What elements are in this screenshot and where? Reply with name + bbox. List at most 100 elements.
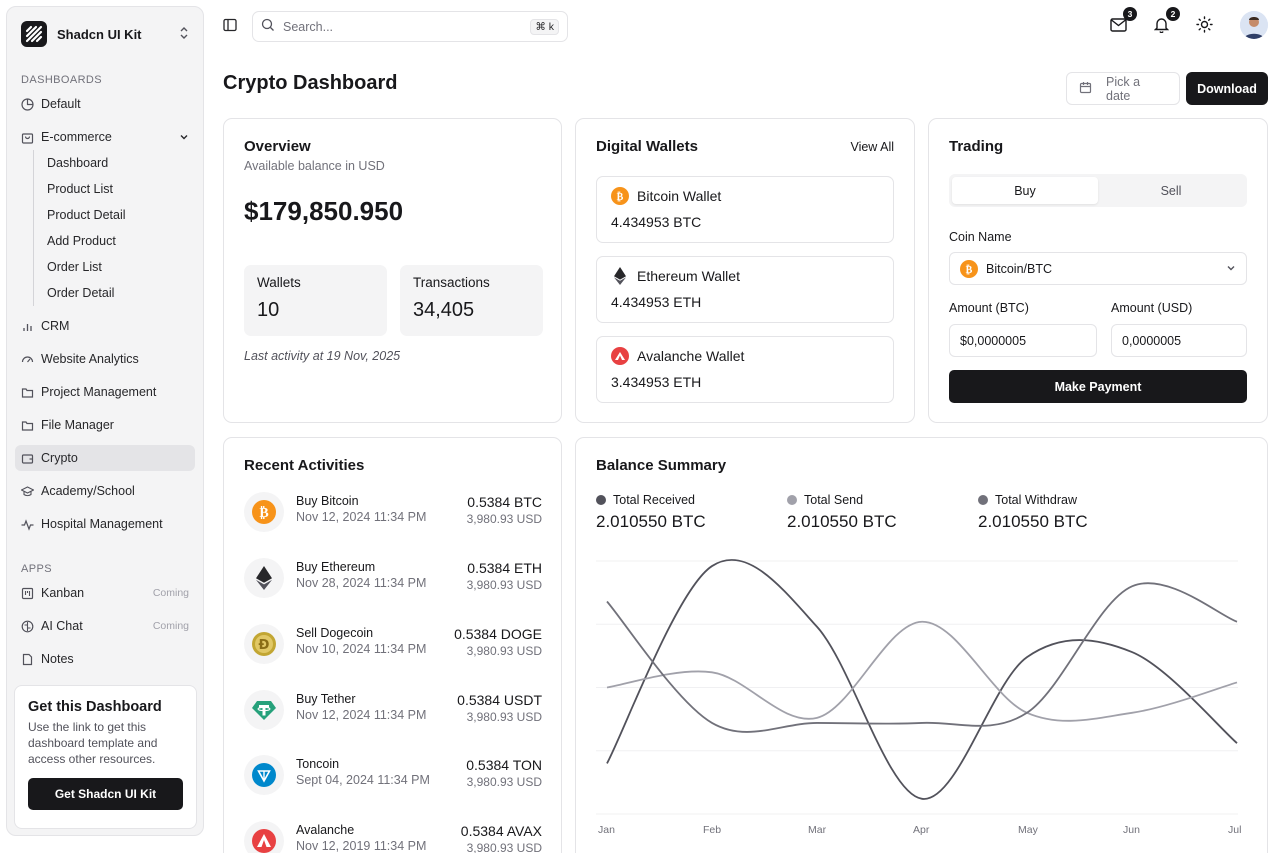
wallet-item-bitcoin[interactable]: ₿ Bitcoin Wallet 4.434953 BTC xyxy=(596,176,894,243)
user-avatar[interactable] xyxy=(1240,11,1268,39)
activities-title: Recent Activities xyxy=(244,457,365,474)
list-item[interactable]: Toncoin Sept 04, 2024 11:34 PM 0.5384 TO… xyxy=(244,755,542,795)
sidebar-item-label: Academy/School xyxy=(41,484,135,498)
sidebar-item-notes[interactable]: Notes xyxy=(15,646,195,672)
shopping-bag-icon xyxy=(21,131,34,144)
theme-toggle-button[interactable] xyxy=(1194,16,1214,36)
trading-title: Trading xyxy=(949,138,1004,155)
section-label-apps: APPS xyxy=(21,563,52,575)
sidebar-item-label: Hospital Management xyxy=(41,517,163,531)
activity-title: Toncoin xyxy=(296,757,340,771)
sidebar-item-website-analytics[interactable]: Website Analytics xyxy=(15,346,195,372)
wallets-stat: Wallets 10 xyxy=(244,265,387,336)
bitcoin-icon: ₿ xyxy=(960,259,978,278)
ecommerce-sub-list: Dashboard Product List Product Detail Ad… xyxy=(33,150,203,306)
activity-amount: 0.5384 DOGE xyxy=(454,626,542,642)
balance-line-chart xyxy=(596,559,1238,815)
activity-usd: 3,980.93 USD xyxy=(466,512,542,526)
activity-amount: 0.5384 AVAX xyxy=(460,823,542,839)
brand-switcher[interactable]: Shadcn UI Kit xyxy=(7,7,203,61)
activity-title: Buy Ethereum xyxy=(296,560,376,574)
toncoin-icon xyxy=(244,755,284,795)
sidebar-subitem-order-list[interactable]: Order List xyxy=(34,254,203,280)
sidebar-item-default[interactable]: Default xyxy=(15,91,195,117)
sidebar-item-project-management[interactable]: Project Management xyxy=(15,379,195,405)
mail-button[interactable]: 3 xyxy=(1108,7,1137,36)
transactions-value: 34,405 xyxy=(413,299,475,321)
sidebar-item-label: CRM xyxy=(41,319,70,333)
list-item[interactable]: Buy Tether Nov 12, 2024 11:34 PM 0.5384 … xyxy=(244,690,542,730)
download-button[interactable]: Download xyxy=(1186,72,1268,105)
chart-x-tick-label: Feb xyxy=(703,824,722,836)
tab-sell[interactable]: Sell xyxy=(1098,177,1244,204)
sidebar-item-label: Project Management xyxy=(41,385,157,399)
wallet-amount: 4.434953 ETH xyxy=(611,294,702,310)
sidebar-subitem-order-detail[interactable]: Order Detail xyxy=(34,280,203,306)
brand-logo-icon xyxy=(21,21,47,47)
list-item[interactable]: Ð Sell Dogecoin Nov 10, 2024 11:34 PM 0.… xyxy=(244,624,542,664)
bitcoin-icon: ₿ xyxy=(244,492,284,532)
sidebar: Shadcn UI Kit DASHBOARDS Default E-comme… xyxy=(6,6,204,836)
activity-amount: 0.5384 TON xyxy=(466,757,542,773)
sidebar-item-ecommerce[interactable]: E-commerce xyxy=(15,124,195,150)
list-item[interactable]: Buy Ethereum Nov 28, 2024 11:34 PM 0.538… xyxy=(244,558,542,598)
digital-wallets-card: Digital Wallets View All ₿ Bitcoin Walle… xyxy=(575,118,915,423)
balance-summary-card: Balance Summary Total Received 2.010550 … xyxy=(575,437,1268,853)
date-placeholder: Pick a date xyxy=(1106,74,1141,103)
wallet-item-avalanche[interactable]: Avalanche Wallet 3.434953 ETH xyxy=(596,336,894,403)
list-item[interactable]: Avalanche Nov 12, 2019 11:34 PM 0.5384 A… xyxy=(244,821,542,853)
activity-usd: 3,980.93 USD xyxy=(466,710,542,724)
chart-x-tick-label: Jun xyxy=(1123,824,1140,836)
sidebar-item-kanban[interactable]: Kanban Coming xyxy=(15,580,195,606)
note-icon xyxy=(21,653,34,666)
chart-x-tick-label: Apr xyxy=(913,824,930,836)
sidebar-item-label: Default xyxy=(41,97,81,111)
wallet-amount: 3.434953 ETH xyxy=(611,374,702,390)
section-label-dashboards: DASHBOARDS xyxy=(21,74,103,86)
chart-x-tick-label: May xyxy=(1018,824,1038,836)
svg-text:₿: ₿ xyxy=(259,505,268,521)
sun-icon xyxy=(1195,16,1213,36)
date-picker-button[interactable]: Pick a date xyxy=(1066,72,1180,105)
sidebar-toggle-icon[interactable] xyxy=(222,17,238,33)
amount-usd-input[interactable]: 0,0000005 xyxy=(1111,324,1247,357)
view-all-link[interactable]: View All xyxy=(850,140,894,154)
page-title: Crypto Dashboard xyxy=(223,72,398,94)
sidebar-item-file-manager[interactable]: File Manager xyxy=(15,412,195,438)
wallets-value: 10 xyxy=(257,299,280,321)
chart-x-tick-label: Jan xyxy=(598,824,615,836)
notifications-button[interactable]: 2 xyxy=(1151,7,1180,36)
make-payment-button[interactable]: Make Payment xyxy=(949,370,1247,403)
tab-buy[interactable]: Buy xyxy=(952,177,1098,204)
folder-icon xyxy=(21,419,34,432)
coin-select[interactable]: ₿ Bitcoin/BTC xyxy=(949,252,1247,285)
amount-btc-input[interactable]: $0,0000005 xyxy=(949,324,1097,357)
promo-text: Use the link to get this dashboard templ… xyxy=(28,720,158,766)
calendar-icon xyxy=(1079,81,1092,97)
activity-date: Nov 12, 2024 11:34 PM xyxy=(296,510,427,524)
wallet-name: Bitcoin Wallet xyxy=(637,188,722,204)
search-input[interactable]: Search... ⌘ k xyxy=(252,11,568,42)
balance-title: Balance Summary xyxy=(596,457,727,474)
sidebar-item-academy[interactable]: Academy/School xyxy=(15,478,195,504)
sidebar-subitem-product-list[interactable]: Product List xyxy=(34,176,203,202)
chart-line-total-send xyxy=(606,620,1238,722)
activity-date: Sept 04, 2024 11:34 PM xyxy=(296,773,430,787)
sidebar-subitem-product-detail[interactable]: Product Detail xyxy=(34,202,203,228)
bell-icon xyxy=(1153,16,1169,36)
svg-text:₿: ₿ xyxy=(966,264,973,275)
balance-value: $179,850.950 xyxy=(244,196,404,226)
list-item[interactable]: ₿ Buy Bitcoin Nov 12, 2024 11:34 PM 0.53… xyxy=(244,492,542,532)
wallet-item-ethereum[interactable]: Ethereum Wallet 4.434953 ETH xyxy=(596,256,894,323)
sidebar-item-ai-chat[interactable]: AI Chat Coming xyxy=(15,613,195,639)
activity-usd: 3,980.93 USD xyxy=(466,841,542,853)
sidebar-item-crypto[interactable]: Crypto xyxy=(15,445,195,471)
sidebar-subitem-dashboard[interactable]: Dashboard xyxy=(34,150,203,176)
sidebar-item-crm[interactable]: CRM xyxy=(15,313,195,339)
get-kit-button[interactable]: Get Shadcn UI Kit xyxy=(28,778,183,810)
search-icon xyxy=(261,18,275,35)
activity-amount: 0.5384 USDT xyxy=(457,692,542,708)
sidebar-item-hospital[interactable]: Hospital Management xyxy=(15,511,195,537)
sidebar-subitem-add-product[interactable]: Add Product xyxy=(34,228,203,254)
activity-title: Sell Dogecoin xyxy=(296,626,374,640)
